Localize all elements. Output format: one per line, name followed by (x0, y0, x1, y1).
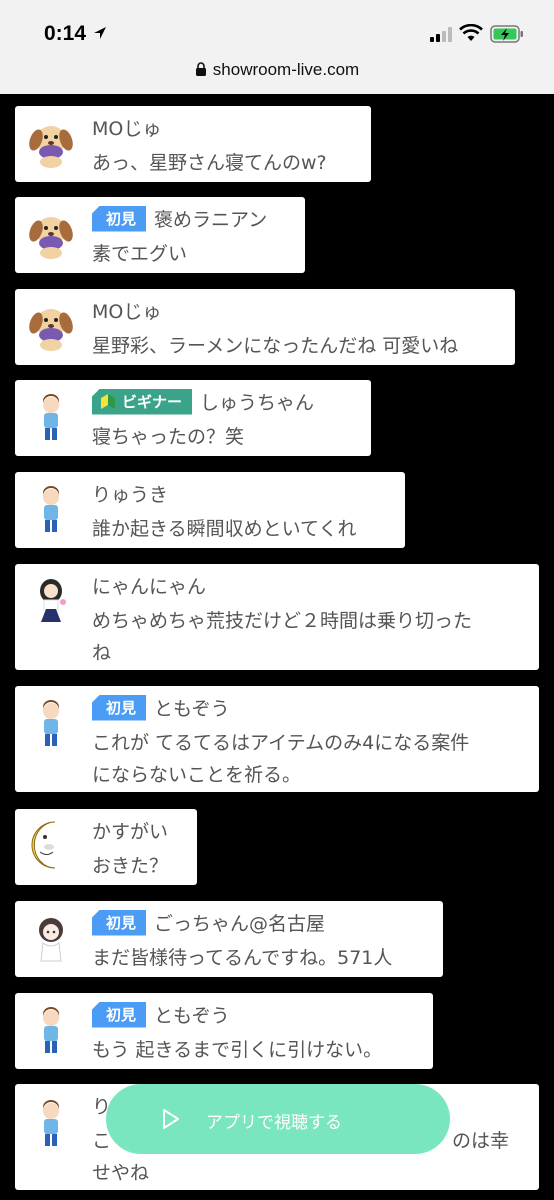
comment-text: 素でエグい (92, 243, 188, 265)
comment-header: 初見 ともぞう (92, 694, 230, 721)
beginner-leaf-icon (101, 393, 115, 409)
boy-avatar-icon (25, 1098, 77, 1150)
comment-header: 初見 褒めラニアン (92, 205, 267, 232)
cellular-signal-icon (430, 27, 452, 42)
user-name: MOじゅ (92, 118, 162, 140)
comment-text: めちゃめちゃ荒技だけど２時間は乗り切った ね (92, 605, 472, 669)
comment-item: 初見 ごっちゃん@名古屋 まだ皆様待ってるんですね。571人 (15, 901, 443, 977)
comment-item: MOじゅ 星野彩、ラーメンになったんだね 可愛いね (15, 289, 515, 365)
watch-in-app-button[interactable]: アプリで視聴する (106, 1084, 450, 1154)
boy-avatar-icon (25, 698, 77, 750)
browser-top-bar: 0:14 showroom-live.com (0, 0, 554, 94)
first-time-badge: 初見 (92, 909, 147, 936)
comment-item: りゅうき 誰か起きる瞬間収めといてくれ (15, 472, 405, 548)
comment-header: 初見 ごっちゃん@名古屋 (92, 909, 325, 936)
beginner-badge: ビギナー (92, 388, 193, 415)
comment-header: にゃんにゃん (92, 572, 206, 599)
comment-header: MOじゅ (92, 114, 161, 141)
dog-avatar-icon (25, 301, 77, 353)
comment-item: 初見 褒めラニアン 素でエグい (15, 197, 305, 273)
comment-text: もう 起きるまで引くに引けない。 (92, 1039, 383, 1061)
comment-item: ビギナー しゅうちゃん 寝ちゃったの？笑 (15, 380, 371, 456)
user-name: ともぞう (154, 1005, 230, 1027)
comment-item: かすがい おきた？ (15, 809, 197, 885)
comment-text: 寝ちゃったの？笑 (92, 426, 245, 448)
anime-avatar-icon (25, 913, 77, 965)
user-name: にゃんにゃん (92, 576, 207, 598)
user-name: MOじゅ (92, 301, 162, 323)
watch-in-app-label: アプリで視聴する (206, 1113, 342, 1133)
comment-item: 初見 ともぞう これが てるてるはアイテムのみ4になる案件 にならないことを祈る… (15, 686, 539, 792)
user-name: 褒めラニアン (154, 209, 268, 231)
comment-header: かすがい (92, 817, 168, 844)
location-arrow-icon (94, 27, 106, 39)
dog-avatar-icon (25, 118, 77, 170)
battery-charging-icon (490, 25, 523, 43)
first-time-badge: 初見 (92, 1001, 147, 1028)
beginner-badge-label: ビギナー (122, 393, 183, 411)
comment-text: まだ皆様待ってるんですね。571人 (92, 947, 393, 969)
play-icon (163, 1109, 179, 1129)
comment-header: MOじゅ (92, 297, 161, 324)
user-name: かすがい (92, 821, 169, 843)
first-time-badge: 初見 (92, 694, 147, 721)
comment-text-line: にならないことを祈る。 (92, 764, 302, 786)
comment-header: 初見 ともぞう (92, 1001, 230, 1028)
moon-avatar-icon (25, 819, 77, 871)
first-time-badge: 初見 (92, 205, 147, 232)
boy-avatar-icon (25, 392, 77, 444)
comment-text: 星野彩、ラーメンになったんだね 可愛いね (92, 335, 459, 357)
girl-avatar-icon (25, 576, 77, 628)
comment-header: ビギナー しゅうちゃん (92, 388, 314, 415)
comment-text: 誰か起きる瞬間収めといてくれ (92, 518, 357, 540)
comment-header: りゅうき (92, 480, 168, 507)
comment-text: これが てるてるはアイテムのみ4になる案件 にならないことを祈る。 (92, 727, 469, 791)
comment-text: あっ、星野さん寝てんのw? (92, 152, 327, 174)
status-time: 0:14 (44, 22, 87, 45)
boy-avatar-icon (25, 484, 77, 536)
user-name: ともぞう (154, 698, 230, 720)
url-bar[interactable]: showroom-live.com (0, 60, 554, 80)
comment-text: おきた？ (92, 855, 169, 877)
comment-item: 初見 ともぞう もう 起きるまで引くに引けない。 (15, 993, 433, 1069)
comment-text-line: めちゃめちゃ荒技だけど２時間は乗り切った (92, 610, 473, 632)
comment-item: MOじゅ あっ、星野さん寝てんのw? (15, 106, 371, 182)
comment-text-line: ね (92, 642, 112, 664)
user-name: りゅうき (92, 484, 169, 506)
user-name: ごっちゃん@名古屋 (154, 913, 326, 935)
comment-text-line: これが てるてるはアイテムのみ4になる案件 (92, 732, 470, 754)
url-text: showroom-live.com (212, 60, 360, 79)
dog-avatar-icon (25, 209, 77, 261)
comment-item: にゃんにゃん めちゃめちゃ荒技だけど２時間は乗り切った ね (15, 564, 539, 670)
user-name: しゅうちゃん (200, 392, 315, 414)
comment-text-line: せやね (92, 1162, 150, 1184)
lock-icon (195, 62, 206, 76)
comment-text-end: のは幸 (452, 1130, 510, 1152)
wifi-icon (459, 24, 483, 41)
boy-avatar-icon (25, 1005, 77, 1057)
